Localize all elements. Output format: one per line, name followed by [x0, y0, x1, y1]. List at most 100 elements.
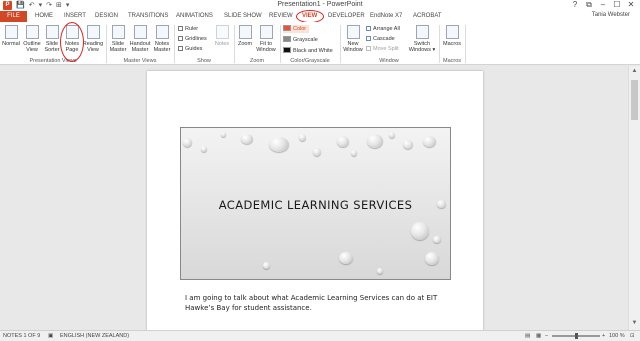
zoom-slider-knob[interactable]	[575, 333, 578, 339]
minimize-icon[interactable]: –	[596, 0, 610, 10]
grayscale-button[interactable]: Grayscale	[283, 36, 318, 44]
handout-master-button[interactable]: Handout Master	[128, 25, 152, 53]
ribbon-separator	[465, 25, 466, 63]
black-and-white-button[interactable]: Black and White	[283, 47, 333, 55]
new-window-button[interactable]: New Window	[342, 25, 364, 53]
fit-slide-icon[interactable]: ⊡	[630, 333, 635, 339]
normal-view-status-icon[interactable]: ▦	[536, 333, 541, 339]
reading-view-button[interactable]: Reading View	[82, 25, 104, 53]
status-bar: NOTES 1 OF 9 ▣ ENGLISH (NEW ZEALAND) ▤ ▦…	[0, 330, 640, 341]
checkbox-icon	[178, 26, 183, 31]
slide-sorter-icon	[45, 25, 59, 39]
water-drop	[313, 148, 321, 156]
macros-button[interactable]: Macros	[441, 25, 463, 47]
water-drop	[337, 136, 349, 147]
help-icon[interactable]: ?	[568, 0, 582, 10]
fit-to-window-icon	[259, 25, 273, 39]
user-name[interactable]: Tania Webster	[592, 12, 630, 18]
group-label-zoom: Zoom	[249, 58, 265, 64]
water-drop	[411, 222, 429, 240]
macros-icon	[445, 25, 459, 39]
notes-page-workspace: ACADEMIC LEARNING SERVICES I am going to…	[0, 66, 628, 330]
guides-checkbox[interactable]: Guides	[178, 45, 202, 53]
normal-view-icon	[4, 25, 18, 39]
new-window-icon	[346, 25, 360, 39]
outline-view-icon	[25, 25, 39, 39]
notes-master-button[interactable]: Notes Master	[152, 25, 172, 53]
reading-view-icon	[86, 25, 100, 39]
scroll-down-arrow-icon[interactable]: ▼	[629, 320, 640, 326]
water-drop	[241, 134, 253, 144]
window-title: Presentation1 - PowerPoint	[277, 1, 363, 8]
water-drop	[201, 146, 207, 152]
cascade-icon	[366, 36, 371, 41]
water-drop	[377, 268, 383, 274]
close-icon[interactable]: ✕	[624, 0, 638, 10]
water-drop	[299, 134, 306, 141]
slide-sorter-button[interactable]: Slide Sorter	[43, 25, 61, 53]
scrollbar-thumb[interactable]	[631, 80, 638, 120]
tab-home[interactable]: HOME	[35, 12, 53, 21]
water-drop	[351, 150, 357, 156]
ribbon-display-options-icon[interactable]: ⧉	[582, 0, 596, 10]
black-white-swatch-icon	[283, 47, 291, 53]
arrange-all-button[interactable]: Arrange All	[366, 25, 400, 33]
water-drop	[183, 138, 192, 147]
tab-animations[interactable]: ANIMATIONS	[176, 12, 213, 21]
zoom-button[interactable]: Zoom	[236, 25, 254, 47]
outline-view-button[interactable]: Outline View	[21, 25, 43, 53]
checkbox-icon	[178, 36, 183, 41]
water-drop	[403, 140, 413, 149]
notes-view-icon[interactable]: ▤	[525, 333, 530, 339]
tab-endnote[interactable]: EndNote X7	[370, 12, 402, 21]
notes-page: ACADEMIC LEARNING SERVICES I am going to…	[147, 71, 483, 330]
tab-design[interactable]: DESIGN	[95, 12, 118, 21]
switch-windows-button[interactable]: Switch Windows ▾	[406, 25, 438, 53]
tab-transitions[interactable]: TRANSITIONS	[128, 12, 168, 21]
group-label-macros: Macros	[442, 58, 462, 64]
water-drop	[389, 132, 395, 138]
color-swatch-icon	[283, 25, 291, 31]
zoom-in-icon[interactable]: +	[602, 333, 605, 339]
slide-master-icon	[111, 25, 125, 39]
magnifier-icon	[238, 25, 252, 39]
water-drop	[433, 236, 441, 243]
spelling-check-icon[interactable]: ▣	[48, 333, 53, 339]
notes-master-icon	[155, 25, 169, 39]
ruler-checkbox[interactable]: Ruler	[178, 25, 198, 33]
slide-master-button[interactable]: Slide Master	[108, 25, 128, 53]
normal-view-button[interactable]: Normal	[1, 25, 21, 47]
slide-counter[interactable]: NOTES 1 OF 9	[3, 333, 40, 339]
tab-insert[interactable]: INSERT	[64, 12, 86, 21]
notes-button[interactable]: Notes	[212, 25, 232, 47]
powerpoint-window: P 💾 ↶ ▾ ↷ ⊞ ▾ Presentation1 - PowerPoint…	[0, 0, 640, 341]
fit-to-window-button[interactable]: Fit to Window	[255, 25, 277, 53]
group-label-presentation-views: Presentation Views	[29, 58, 77, 64]
cascade-button[interactable]: Cascade	[366, 35, 395, 43]
zoom-out-icon[interactable]: –	[545, 333, 548, 339]
scroll-up-arrow-icon[interactable]: ▲	[629, 68, 640, 74]
language-indicator[interactable]: ENGLISH (NEW ZEALAND)	[60, 333, 129, 339]
title-bar: P 💾 ↶ ▾ ↷ ⊞ ▾ Presentation1 - PowerPoint…	[0, 0, 640, 11]
zoom-level[interactable]: 100 %	[609, 333, 625, 339]
water-drop	[221, 132, 226, 137]
window-controls: ? ⧉ – ☐ ✕	[568, 0, 638, 10]
vertical-scrollbar[interactable]: ▲ ▼	[628, 66, 640, 330]
water-drop	[339, 252, 353, 264]
maximize-icon[interactable]: ☐	[610, 0, 624, 10]
gridlines-checkbox[interactable]: Gridlines	[178, 35, 207, 43]
tab-developer[interactable]: DEVELOPER	[328, 12, 365, 21]
speaker-notes-text[interactable]: I am going to talk about what Academic L…	[185, 293, 455, 313]
slide-title: ACADEMIC LEARNING SERVICES	[218, 198, 413, 212]
arrange-all-icon	[366, 26, 371, 31]
slide-thumbnail[interactable]: ACADEMIC LEARNING SERVICES	[180, 127, 451, 280]
notes-icon	[215, 25, 229, 39]
color-button[interactable]: Color	[283, 25, 310, 33]
tab-file[interactable]: FILE	[0, 11, 27, 22]
tab-slide-show[interactable]: SLIDE SHOW	[224, 12, 262, 21]
tab-acrobat[interactable]: ACROBAT	[413, 12, 442, 21]
water-drop	[263, 262, 270, 269]
tab-review[interactable]: REVIEW	[269, 12, 293, 21]
move-split-button[interactable]: Move Split	[366, 45, 399, 53]
water-drop	[269, 137, 289, 152]
